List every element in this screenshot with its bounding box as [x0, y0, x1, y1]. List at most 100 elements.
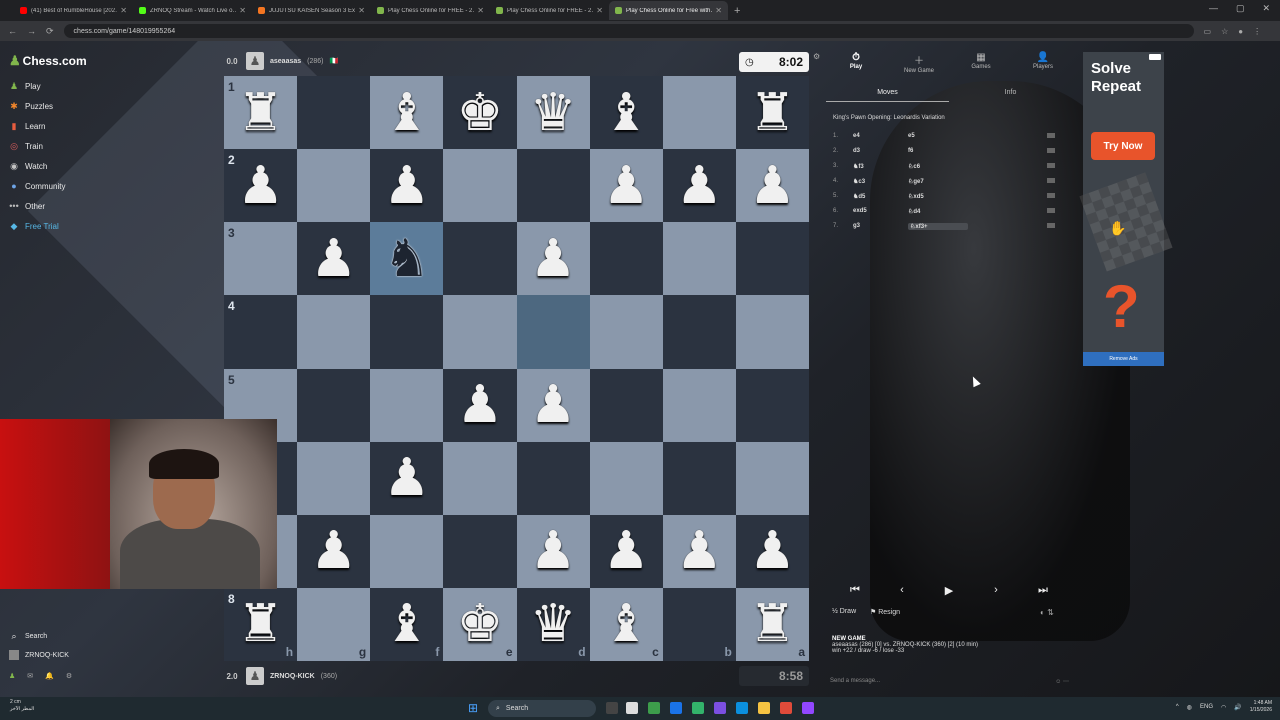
white-bishop-icon[interactable]: ♝: [384, 87, 431, 139]
board-square[interactable]: ♟: [662, 149, 736, 223]
white-queen-icon[interactable]: ♛: [530, 87, 577, 139]
panel-nav-games[interactable]: ▦ Games: [956, 52, 1006, 70]
close-window-button[interactable]: ✕: [1262, 3, 1270, 14]
tab-info[interactable]: Info: [949, 89, 1072, 96]
white-pawn-icon[interactable]: ♟: [676, 160, 723, 212]
white-pawn-icon[interactable]: ♟: [530, 233, 577, 285]
board-square[interactable]: e ♚: [443, 587, 517, 661]
app-icon[interactable]: [648, 702, 660, 714]
new-tab-button[interactable]: +: [734, 5, 740, 17]
bottom-player-name[interactable]: ZRNOQ-KICK: [270, 673, 315, 680]
board-square[interactable]: ♚: [443, 76, 517, 150]
black-knight-icon[interactable]: ♞: [384, 233, 431, 285]
black-move[interactable]: ♘ge7: [908, 178, 968, 185]
folder-icon[interactable]: [758, 702, 770, 714]
last-move-button[interactable]: ⏭: [1022, 582, 1064, 598]
weather-widget[interactable]: 2 cm المطر الآخر: [10, 699, 34, 713]
board-square[interactable]: ♞: [370, 222, 444, 296]
close-tab-icon[interactable]: ✕: [715, 6, 722, 15]
board-square[interactable]: [297, 149, 371, 223]
bell-icon[interactable]: 🔔: [45, 672, 54, 680]
board-square[interactable]: ♟: [516, 514, 590, 588]
bottom-player-avatar[interactable]: ♟: [246, 667, 264, 685]
menu-icon[interactable]: ⋮: [1253, 27, 1261, 36]
board-square[interactable]: 3: [224, 222, 298, 296]
white-move[interactable]: e4: [853, 133, 908, 139]
white-pawn-icon[interactable]: ♟: [530, 379, 577, 431]
board-square[interactable]: [662, 368, 736, 442]
back-icon[interactable]: ←: [8, 26, 17, 36]
edge-browser-icon[interactable]: [736, 702, 748, 714]
analysis-icon[interactable]: ◐: [1040, 608, 1045, 617]
white-bishop-icon[interactable]: ♝: [384, 598, 431, 650]
twitch-icon[interactable]: [802, 702, 814, 714]
wifi-icon[interactable]: ◠: [1221, 704, 1226, 711]
taskbar-search[interactable]: ⌕ Search: [488, 700, 596, 717]
black-move[interactable]: ♘xf3+: [908, 222, 968, 230]
white-rook-icon[interactable]: ♜: [749, 598, 796, 650]
board-square[interactable]: d ♛: [516, 587, 590, 661]
white-pawn-icon[interactable]: ♟: [603, 160, 650, 212]
close-tab-icon[interactable]: ✕: [239, 6, 246, 15]
board-square[interactable]: 8 h ♜: [224, 587, 298, 661]
file-explorer-icon[interactable]: [626, 702, 638, 714]
resign-button[interactable]: ⚑ Resign: [870, 608, 900, 616]
white-king-icon[interactable]: ♚: [457, 598, 504, 650]
board-square[interactable]: b: [662, 587, 736, 661]
board-square[interactable]: ♟: [297, 514, 371, 588]
board-square[interactable]: [297, 441, 371, 515]
board-square[interactable]: [589, 222, 663, 296]
board-square[interactable]: ♟: [370, 441, 444, 515]
white-pawn-icon[interactable]: ♟: [310, 525, 357, 577]
board-square[interactable]: [297, 295, 371, 369]
white-move[interactable]: ♞f3: [853, 163, 908, 170]
browser-tab[interactable]: Play Chess Online for FREE - 2… ✕: [490, 1, 609, 20]
minimize-button[interactable]: —: [1209, 3, 1218, 14]
sidebar-user[interactable]: ZRNOQ-KICK: [9, 650, 69, 660]
task-view-icon[interactable]: [606, 702, 618, 714]
white-pawn-icon[interactable]: ♟: [384, 452, 431, 504]
white-pawn-icon[interactable]: ♟: [749, 160, 796, 212]
board-settings-gear-icon[interactable]: ⚙: [813, 52, 820, 61]
board-square[interactable]: c ♝: [589, 587, 663, 661]
bookmark-star-icon[interactable]: ☆: [1221, 27, 1228, 36]
white-queen-icon[interactable]: ♛: [530, 598, 577, 650]
board-square[interactable]: 2 ♟: [224, 149, 298, 223]
tray-chevron-icon[interactable]: ^: [1176, 704, 1179, 710]
board-square[interactable]: [735, 222, 809, 296]
board-square[interactable]: [589, 368, 663, 442]
previous-move-button[interactable]: ‹: [881, 582, 923, 598]
chess-board[interactable]: 1♜♝♚♛♝♜2♟♟♟♟♟3♟♞♟45♟♟6♟7♟♟♟♟♟8h♜gf♝e♚d♛c…: [224, 76, 809, 661]
board-square[interactable]: [735, 441, 809, 515]
white-move[interactable]: exd5: [853, 208, 908, 214]
friends-icon[interactable]: ♟: [9, 672, 15, 680]
board-square[interactable]: ♟: [297, 222, 371, 296]
mail-icon[interactable]: ✉: [27, 672, 33, 680]
white-move[interactable]: ♞c3: [853, 178, 908, 185]
sidebar-item-learn[interactable]: ▮ Learn: [9, 121, 46, 132]
settings-icon[interactable]: ⚙: [66, 672, 72, 680]
maximize-button[interactable]: ▢: [1236, 3, 1245, 14]
board-square[interactable]: [589, 295, 663, 369]
board-square[interactable]: [516, 295, 590, 369]
top-player-avatar[interactable]: ♟: [246, 52, 264, 70]
board-square[interactable]: ♟: [662, 514, 736, 588]
board-square[interactable]: [443, 149, 517, 223]
board-square[interactable]: ♛: [516, 76, 590, 150]
browser-tab[interactable]: Play Chess Online for FREE - 2… ✕: [371, 1, 490, 20]
top-player-name[interactable]: aseaasas: [270, 58, 301, 65]
white-pawn-icon[interactable]: ♟: [603, 525, 650, 577]
sidebar-search[interactable]: ⌕ Search: [9, 631, 47, 642]
sidebar-item-other[interactable]: ••• Other: [9, 201, 45, 211]
board-square[interactable]: a ♜: [735, 587, 809, 661]
close-tab-icon[interactable]: ✕: [596, 6, 603, 15]
board-square[interactable]: ♟: [735, 514, 809, 588]
board-square[interactable]: 1 ♜: [224, 76, 298, 150]
board-square[interactable]: [297, 368, 371, 442]
remove-ads-button[interactable]: Remove Ads: [1083, 352, 1164, 366]
black-move[interactable]: ♘xd5: [908, 193, 968, 200]
advertisement[interactable]: Solve Repeat Try Now ✋ ? Remove Ads: [1079, 52, 1173, 366]
board-square[interactable]: [443, 295, 517, 369]
board-square[interactable]: ♟: [516, 368, 590, 442]
windows-start-icon[interactable]: ⊞: [468, 701, 478, 715]
